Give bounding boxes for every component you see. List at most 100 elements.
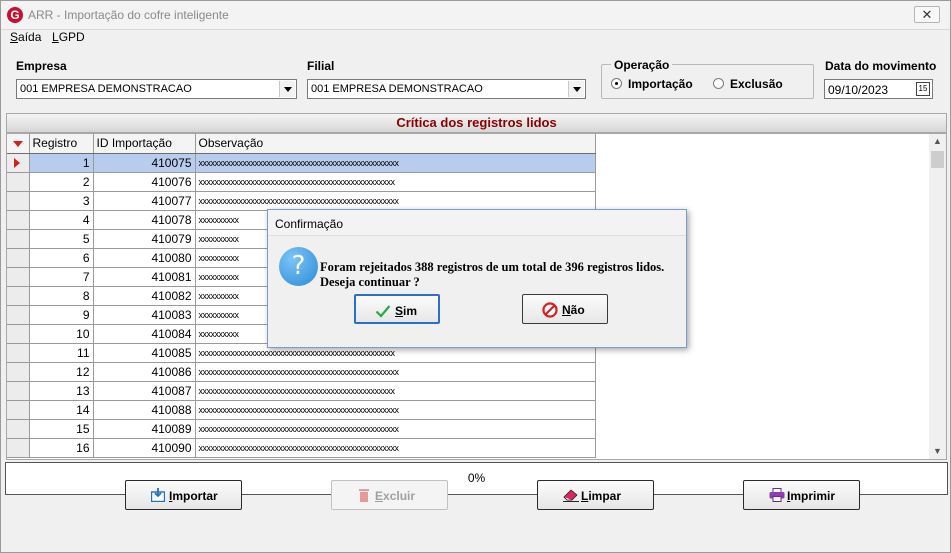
cell-id-importacao[interactable]: 410076 [93,172,196,192]
cell-id-importacao[interactable]: 410083 [93,305,196,325]
cell-registro[interactable]: 14 [29,400,94,420]
radio-importacao-dot[interactable] [611,78,622,89]
cell-registro[interactable]: 11 [29,343,94,363]
cell-observacao[interactable]: xxxxxxxxxxxxxxxxxxxxxxxxxxxxxxxxxxxxxxxx… [195,400,596,420]
cell-id-importacao[interactable]: 410081 [93,267,196,287]
close-button[interactable]: ✕ [914,6,940,23]
operacao-label: Operação [611,58,673,72]
cell-observacao[interactable]: xxxxxxxxxxxxxxxxxxxxxxxxxxxxxxxxxxxxxxxx… [195,362,596,382]
trash-icon [359,489,369,502]
question-icon: ? [279,247,318,286]
cell-id-importacao[interactable]: 410086 [93,362,196,382]
data-movimento-field[interactable]: 09/10/2023 15 [824,79,933,99]
cell-registro[interactable]: 13 [29,381,94,401]
row-indicator[interactable] [7,191,30,211]
cell-id-importacao[interactable]: 410078 [93,210,196,230]
row-indicator[interactable] [7,286,30,306]
cell-id-importacao[interactable]: 410079 [93,229,196,249]
table-row[interactable]: 15 410089 xxxxxxxxxxxxxxxxxxxxxxxxxxxxxxxx… [7,419,596,439]
table-row[interactable]: 14 410088 xxxxxxxxxxxxxxxxxxxxxxxxxxxxxxxx… [7,400,596,420]
empresa-combo[interactable]: 001 EMPRESA DEMONSTRACAO [16,79,297,99]
title-bar: G ARR - Importação do cofre inteligente … [1,1,950,30]
cell-registro[interactable]: 8 [29,286,94,306]
cell-id-importacao[interactable]: 410077 [93,191,196,211]
cell-id-importacao[interactable]: 410085 [93,343,196,363]
dialog-title: Confirmação [275,217,344,231]
import-icon [151,488,165,502]
radio-exclusao-dot[interactable] [713,78,724,89]
filial-combo[interactable]: 001 EMPRESA DEMONSTRACAO [307,79,586,99]
row-indicator[interactable] [7,248,30,268]
row-indicator[interactable] [7,381,30,401]
cell-observacao[interactable]: xxxxxxxxxxxxxxxxxxxxxxxxxxxxxxxxxxxxxxxx… [195,381,596,401]
cell-registro[interactable]: 3 [29,191,94,211]
cell-registro[interactable]: 16 [29,438,94,458]
scroll-up-icon[interactable]: ▲ [929,134,946,149]
imprimir-button[interactable]: Imprimir [743,480,860,510]
row-indicator[interactable] [7,229,30,249]
row-indicator[interactable] [7,210,30,230]
limpar-button[interactable]: Limpar [537,480,654,510]
row-indicator[interactable] [7,267,30,287]
dialog-title-bar: Confirmação [268,210,686,236]
col-registro[interactable]: Registro [29,134,94,154]
forbidden-icon [542,302,558,318]
menu-saida[interactable]: Saída [10,30,41,44]
cell-registro[interactable]: 1 [29,153,94,173]
row-indicator[interactable] [7,362,30,382]
cell-registro[interactable]: 2 [29,172,94,192]
cell-registro[interactable]: 12 [29,362,94,382]
row-indicator[interactable] [7,324,30,344]
main-window: G ARR - Importação do cofre inteligente … [0,0,951,553]
scroll-thumb[interactable] [931,151,944,168]
row-indicator[interactable] [7,438,30,458]
importar-label: Importar [169,489,218,503]
row-indicator[interactable] [7,153,30,173]
cell-observacao[interactable]: xxxxxxxxxxxxxxxxxxxxxxxxxxxxxxxxxxxxxxxx… [195,153,596,173]
cell-id-importacao[interactable]: 410087 [93,381,196,401]
col-observacao[interactable]: Observação [195,134,596,154]
cell-registro[interactable]: 4 [29,210,94,230]
cell-id-importacao[interactable]: 410080 [93,248,196,268]
row-indicator[interactable] [7,343,30,363]
col-id-importacao[interactable]: ID Importação [93,134,196,154]
cell-id-importacao[interactable]: 410082 [93,286,196,306]
cell-registro[interactable]: 5 [29,229,94,249]
cell-registro[interactable]: 6 [29,248,94,268]
cell-registro[interactable]: 9 [29,305,94,325]
cell-id-importacao[interactable]: 410084 [93,324,196,344]
row-indicator[interactable] [7,305,30,325]
cell-registro[interactable]: 15 [29,419,94,439]
nao-button[interactable]: Não [522,294,608,324]
scroll-down-icon[interactable]: ▼ [929,444,946,459]
filial-dropdown-icon[interactable] [568,81,584,97]
empresa-dropdown-icon[interactable] [279,81,295,97]
row-indicator[interactable] [7,400,30,420]
cell-observacao[interactable]: xxxxxxxxxxxxxxxxxxxxxxxxxxxxxxxxxxxxxxxx… [195,438,596,458]
menu-lgpd[interactable]: LGPD [52,30,85,44]
cell-observacao[interactable]: xxxxxxxxxxxxxxxxxxxxxxxxxxxxxxxxxxxxxxxx… [195,419,596,439]
table-row[interactable]: 12 410086 xxxxxxxxxxxxxxxxxxxxxxxxxxxxxxxx… [7,362,596,382]
cell-observacao[interactable]: xxxxxxxxxxxxxxxxxxxxxxxxxxxxxxxxxxxxxxxx… [195,191,596,211]
table-row[interactable]: 1 410075 xxxxxxxxxxxxxxxxxxxxxxxxxxxxxxxxx… [7,153,596,173]
cell-id-importacao[interactable]: 410089 [93,419,196,439]
table-row[interactable]: 16 410090 xxxxxxxxxxxxxxxxxxxxxxxxxxxxxxxx… [7,438,596,458]
cell-registro[interactable]: 10 [29,324,94,344]
table-row[interactable]: 3 410077 xxxxxxxxxxxxxxxxxxxxxxxxxxxxxxxxx… [7,191,596,211]
cell-observacao[interactable]: xxxxxxxxxxxxxxxxxxxxxxxxxxxxxxxxxxxxxxxx… [195,172,596,192]
cell-registro[interactable]: 7 [29,267,94,287]
cell-id-importacao[interactable]: 410090 [93,438,196,458]
grid-scrollbar[interactable]: ▲ ▼ [929,134,946,459]
table-row[interactable]: 13 410087 xxxxxxxxxxxxxxxxxxxxxxxxxxxxxxxx… [7,381,596,401]
calendar-icon[interactable]: 15 [916,82,930,96]
excluir-button[interactable]: Excluir [331,480,448,510]
row-indicator[interactable] [7,172,30,192]
table-row[interactable]: 2 410076 xxxxxxxxxxxxxxxxxxxxxxxxxxxxxxxxx… [7,172,596,192]
sim-button[interactable]: Sim [354,294,440,324]
importar-button[interactable]: Importar [125,480,242,510]
cell-id-importacao[interactable]: 410088 [93,400,196,420]
sort-indicator[interactable] [7,134,30,154]
dialog-message: Foram rejeitados 388 registros de um tot… [320,260,664,290]
cell-id-importacao[interactable]: 410075 [93,153,196,173]
row-indicator[interactable] [7,419,30,439]
